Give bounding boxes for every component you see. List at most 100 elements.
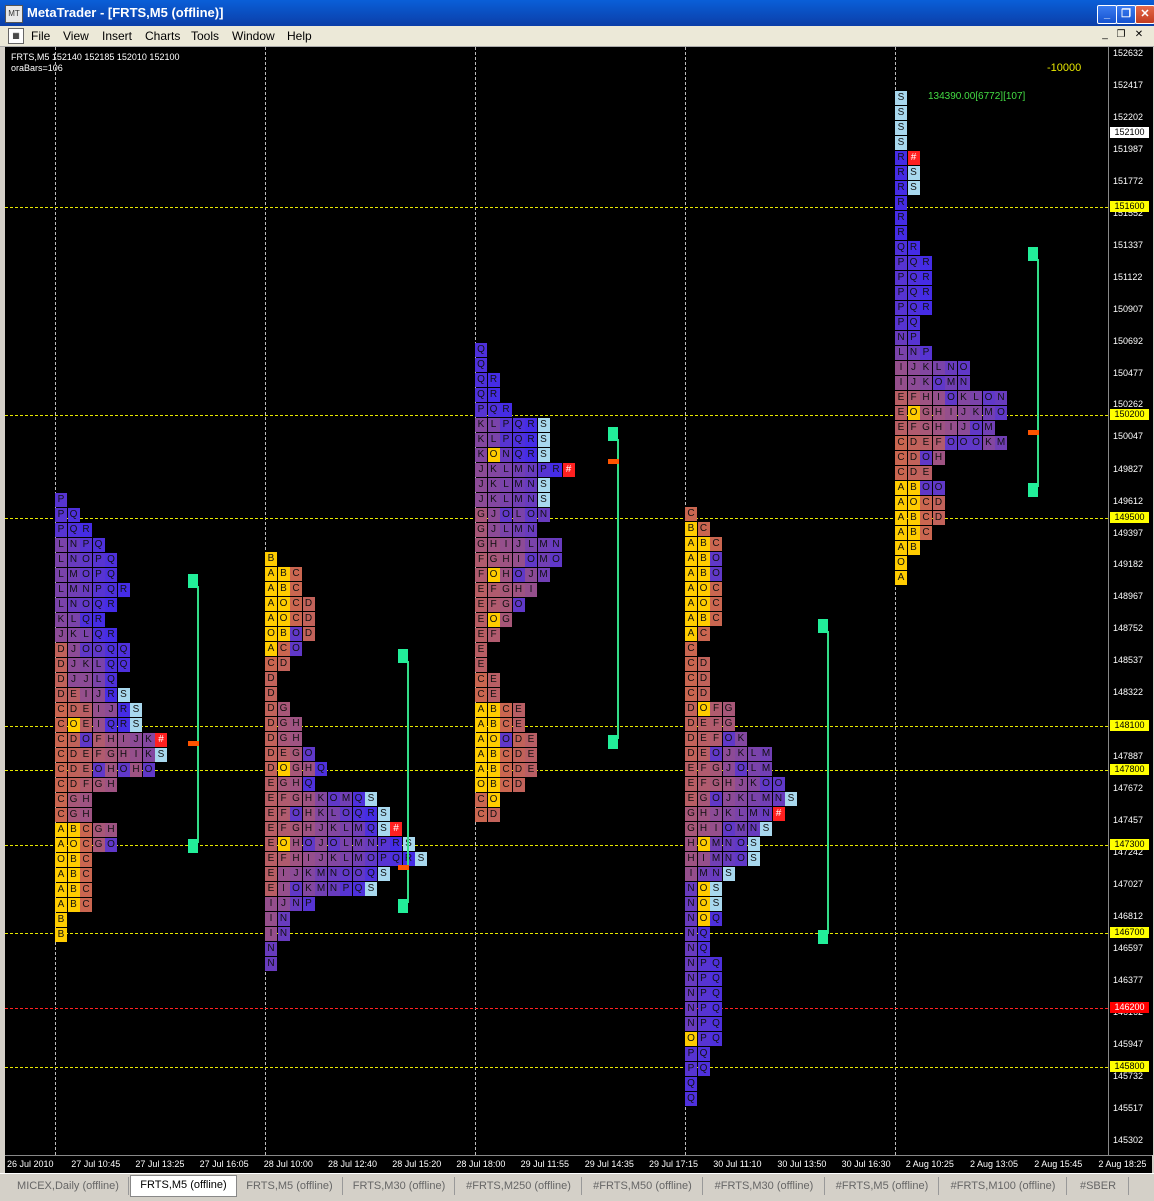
profile-letter: S: [747, 837, 760, 851]
profile-letter: E: [697, 717, 710, 731]
price-tag: 149500: [1110, 512, 1149, 524]
profile-letter: O: [945, 436, 957, 450]
profile-letter: D: [302, 627, 315, 641]
profile-letter: G: [290, 747, 302, 761]
profile-letter: G: [685, 822, 697, 836]
profile-letter: N: [290, 897, 302, 911]
profile-letter: N: [685, 912, 697, 926]
child-minimize-icon[interactable]: _: [1098, 28, 1112, 42]
tab-1[interactable]: FRTS,M5 (offline): [130, 1175, 237, 1197]
profile-letter: H: [117, 748, 130, 762]
app-icon[interactable]: MT: [5, 5, 23, 23]
menu-tools[interactable]: Tools: [191, 29, 219, 43]
profile-letter: J: [475, 493, 487, 507]
profile-letter: C: [710, 582, 722, 596]
profile-letter: Q: [365, 822, 377, 836]
profile-letter: M: [760, 747, 772, 761]
profile-letter: O: [735, 852, 747, 866]
profile-letter: N: [895, 331, 907, 345]
profile-letter: S: [377, 867, 390, 881]
profile-letter: Q: [710, 1002, 722, 1016]
profile-letter: C: [80, 838, 92, 852]
price-tick-label: 147672: [1113, 783, 1144, 794]
profile-letter: E: [67, 688, 80, 702]
menu-file[interactable]: File: [31, 29, 50, 43]
menu-help[interactable]: Help: [287, 29, 312, 43]
profile-letter: H: [290, 717, 302, 731]
profile-letter: R: [390, 837, 402, 851]
profile-letter: C: [55, 808, 67, 822]
menu-charts[interactable]: Charts: [145, 29, 180, 43]
price-tag: 147800: [1110, 764, 1149, 776]
profile-letter: C: [475, 688, 487, 702]
level-line: [5, 1066, 1108, 1068]
profile-letter: P: [685, 1047, 697, 1061]
profile-letter: Q: [710, 1032, 722, 1046]
document-icon[interactable]: ▦: [8, 28, 24, 44]
profile-letter: Q: [117, 658, 130, 672]
profile-letter: S: [130, 703, 142, 717]
profile-letter: A: [475, 748, 487, 762]
profile-letter: P: [475, 403, 487, 417]
time-axis[interactable]: 26 Jul 2010 27 Jul 10:45 27 Jul 13:25 27 Ju…: [5, 1155, 1152, 1174]
profile-letter: C: [500, 778, 512, 792]
profile-letter: O: [277, 837, 290, 851]
chart-area[interactable]: FRTS,M5 152140 152185 152010 152100 oraB…: [5, 47, 1108, 1155]
profile-letter: P: [92, 553, 105, 567]
profile-letter: Q: [302, 777, 315, 791]
profile-letter: O: [55, 853, 67, 867]
value-area-bottom: [188, 839, 198, 853]
level-line: [5, 933, 1108, 935]
profile-letter: E: [265, 822, 277, 836]
profile-letter: C: [80, 868, 92, 882]
profile-letter: B: [487, 748, 500, 762]
profile-letter: S: [895, 121, 907, 135]
profile-letter: Q: [487, 403, 500, 417]
tab-0[interactable]: MICEX,Daily (offline): [8, 1177, 129, 1195]
child-close-icon[interactable]: ✕: [1132, 28, 1146, 42]
tab-2[interactable]: FRTS,M5 (offline): [237, 1177, 343, 1195]
profile-letter: E: [475, 583, 487, 597]
profile-letter: E: [487, 673, 500, 687]
profile-letter: S: [130, 718, 142, 732]
profile-letter: P: [697, 957, 710, 971]
profile-letter: E: [697, 747, 710, 761]
profile-letter: E: [895, 391, 907, 405]
menu-view[interactable]: View: [63, 29, 89, 43]
profile-letter: L: [895, 346, 907, 360]
value-area-top: [1028, 247, 1038, 261]
profile-letter: I: [512, 553, 525, 567]
profile-letter: G: [277, 777, 290, 791]
value-area-top: [188, 574, 198, 588]
menu-window[interactable]: Window: [232, 29, 275, 43]
profile-letter: N: [685, 882, 697, 896]
tab-8[interactable]: #FRTS,M100 (offline): [940, 1177, 1067, 1195]
tab-9[interactable]: #SBER: [1068, 1177, 1129, 1195]
profile-letter: S: [365, 882, 377, 896]
value-area-top: [398, 649, 408, 663]
tab-3[interactable]: FRTS,M30 (offline): [344, 1177, 455, 1195]
maximize-button[interactable]: ❐: [1116, 5, 1136, 24]
tab-4[interactable]: #FRTS,M250 (offline): [456, 1177, 582, 1195]
menu-insert[interactable]: Insert: [102, 29, 132, 43]
profile-letter: Q: [895, 241, 907, 255]
tab-5[interactable]: #FRTS,M50 (offline): [583, 1177, 703, 1195]
chart-header: FRTS,M5 152140 152185 152010 152100: [11, 52, 180, 62]
profile-letter: Q: [105, 568, 117, 582]
profile-letter: E: [895, 421, 907, 435]
profile-letter: E: [475, 643, 487, 657]
profile-letter: K: [327, 852, 340, 866]
profile-letter: M: [537, 538, 550, 552]
profile-letter: F: [907, 391, 920, 405]
profile-letter: O: [340, 867, 352, 881]
minimize-button[interactable]: _: [1097, 5, 1117, 24]
profile-letter: E: [525, 748, 537, 762]
profile-letter: P: [92, 583, 105, 597]
child-restore-icon[interactable]: ❐: [1114, 28, 1128, 42]
tab-6[interactable]: #FRTS,M30 (offline): [704, 1177, 825, 1195]
profile-letter: E: [80, 703, 92, 717]
price-tick-label: 146377: [1113, 975, 1144, 986]
tab-7[interactable]: #FRTS,M5 (offline): [826, 1177, 939, 1195]
price-axis[interactable]: 152632 152417 152202 151987 151772 151552 1513…: [1108, 47, 1153, 1155]
close-button[interactable]: ✕: [1135, 5, 1154, 24]
